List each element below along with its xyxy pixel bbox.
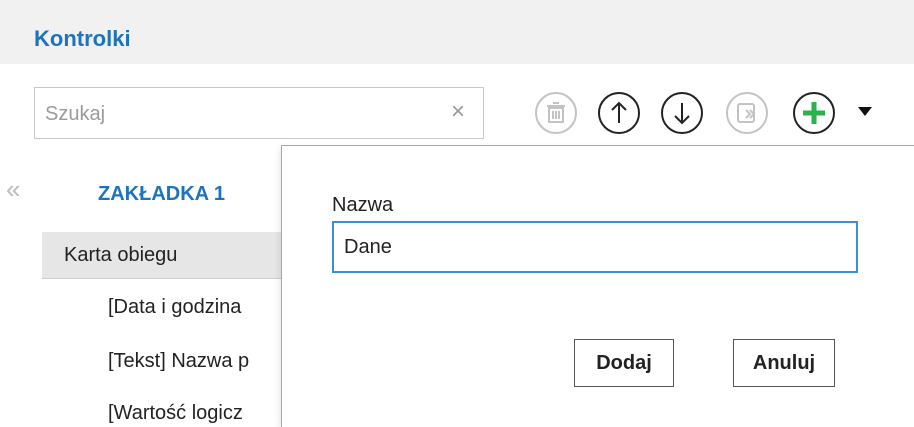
move-to-button[interactable] xyxy=(725,91,769,135)
move-down-button[interactable] xyxy=(660,91,704,135)
arrow-down-icon xyxy=(661,92,703,134)
section-row[interactable]: Karta obiegu xyxy=(42,232,292,279)
panel-header: Kontrolki xyxy=(0,0,914,64)
delete-button[interactable] xyxy=(534,91,578,135)
clear-search-icon[interactable]: × xyxy=(451,100,465,124)
add-button-dialog[interactable]: Dodaj xyxy=(574,339,674,387)
caret-down-icon[interactable] xyxy=(858,107,872,116)
cancel-button[interactable]: Anuluj xyxy=(733,339,835,387)
move-up-button[interactable] xyxy=(597,91,641,135)
list-item[interactable]: [Tekst] Nazwa p xyxy=(108,350,249,373)
list-item[interactable]: [Data i godzina xyxy=(108,296,241,319)
section-label: Karta obiegu xyxy=(64,244,178,266)
search-box[interactable]: × xyxy=(34,87,484,139)
plus-icon xyxy=(793,92,835,134)
name-field[interactable] xyxy=(332,221,858,273)
panel-title: Kontrolki xyxy=(34,26,131,51)
name-label: Nazwa xyxy=(332,194,394,216)
add-tab-dialog: Nazwa Dodaj Anuluj xyxy=(281,145,914,427)
move-to-icon xyxy=(726,92,768,134)
add-button[interactable] xyxy=(792,91,836,135)
tab-zakladka-1[interactable]: ZAKŁADKA 1 xyxy=(98,183,225,206)
collapse-icon[interactable]: « xyxy=(6,176,20,202)
list-item[interactable]: [Wartość logicz xyxy=(108,402,243,425)
search-input[interactable] xyxy=(43,98,437,130)
arrow-up-icon xyxy=(598,92,640,134)
trash-icon xyxy=(535,92,577,134)
